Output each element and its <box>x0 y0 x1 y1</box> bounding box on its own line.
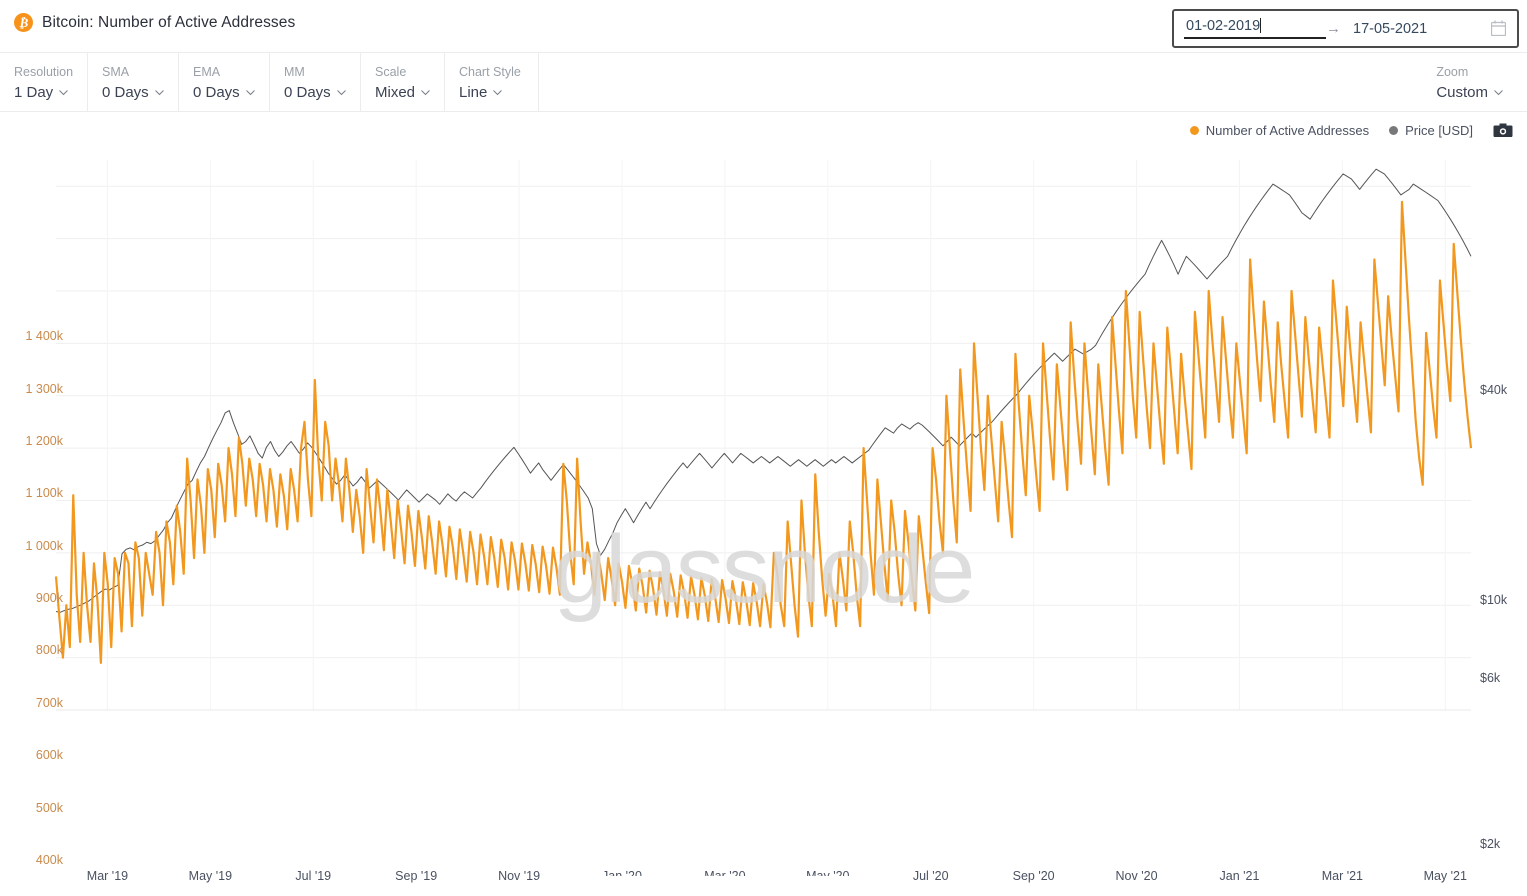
x-axis-tick: Jan '21 <box>1219 869 1260 883</box>
control-value[interactable]: 0 Days <box>102 82 178 104</box>
x-axis-tick: Nov '19 <box>498 869 541 883</box>
control-mm[interactable]: MM 0 Days <box>270 53 361 111</box>
control-value[interactable]: 0 Days <box>284 82 360 104</box>
control-value-text: Line <box>459 84 488 101</box>
legend-label: Price [USD] <box>1405 122 1473 138</box>
chevron-down-icon <box>1494 90 1503 96</box>
date-range-picker[interactable]: 01-02-2019 → 17-05-2021 <box>1172 9 1519 48</box>
x-axis-tick: Jul '19 <box>295 869 332 883</box>
control-scale[interactable]: Scale Mixed <box>361 53 445 111</box>
y-axis-right-tick: $2k <box>1480 837 1501 852</box>
control-label: Chart Style <box>459 65 521 79</box>
y-axis-right-tick: $40k <box>1480 383 1508 398</box>
legend-item-price[interactable]: Price [USD] <box>1389 123 1473 138</box>
text-cursor <box>1260 18 1262 33</box>
control-value-text: 0 Days <box>284 84 331 101</box>
control-label: EMA <box>193 65 221 79</box>
control-value[interactable]: Custom <box>1436 82 1503 104</box>
chart-area: glassnode 400k 500k 600k 700k 800k 900k 1 000k… <box>0 150 1527 896</box>
page-title: Bitcoin: Number of Active Addresses <box>42 13 296 31</box>
end-date-input[interactable]: 17-05-2021 <box>1353 21 1427 37</box>
x-axis-tick: Mar '19 <box>86 869 129 883</box>
control-value-text: 1 Day <box>14 84 54 101</box>
control-value[interactable]: 0 Days <box>193 82 269 104</box>
y-axis-left-tick: 900k <box>35 591 63 606</box>
chart-legend: Number of Active Addresses Price [USD] <box>1189 122 1513 138</box>
control-value[interactable]: Mixed <box>375 82 444 104</box>
control-label: MM <box>284 65 305 79</box>
control-label: Scale <box>375 65 407 79</box>
x-axis-tick: Jul '20 <box>912 869 949 883</box>
chart-toolbar: Resolution 1 Day SMA 0 Days EMA 0 Days M… <box>0 52 1527 112</box>
control-label: Zoom <box>1436 65 1469 79</box>
y-axis-left-tick: 400k <box>35 853 63 867</box>
x-axis-tick: Sep '19 <box>395 869 438 883</box>
page-header: ₿ Bitcoin: Number of Active Addresses 01… <box>0 0 1527 52</box>
camera-icon[interactable] <box>1493 122 1513 138</box>
control-sma[interactable]: SMA 0 Days <box>88 53 179 111</box>
calendar-icon[interactable] <box>1491 20 1506 36</box>
y-axis-left-tick: 1 300k <box>25 381 63 396</box>
y-axis-left-tick: 1 100k <box>25 486 63 501</box>
x-axis-tick: Nov '20 <box>1115 869 1158 883</box>
control-zoom[interactable]: Zoom Custom <box>1422 53 1517 111</box>
y-axis-left-tick: 1 000k <box>25 538 63 553</box>
control-resolution[interactable]: Resolution 1 Day <box>0 53 88 111</box>
x-axis-tick: May '19 <box>188 869 233 883</box>
x-axis-tick: Mar '21 <box>1321 869 1364 883</box>
control-value-text: Mixed <box>375 84 416 101</box>
control-value-text: 0 Days <box>193 84 240 101</box>
y-axis-left-tick: 1 400k <box>25 329 63 344</box>
control-value[interactable]: Line <box>459 82 538 104</box>
x-axis-tick: Sep '20 <box>1012 869 1055 883</box>
chevron-down-icon <box>421 90 430 96</box>
y-axis-right-tick: $10k <box>1480 593 1508 608</box>
chevron-down-icon <box>493 90 503 96</box>
legend-dot-orange <box>1189 125 1199 135</box>
legend-label: Number of Active Addresses <box>1205 122 1370 138</box>
chart-plot[interactable] <box>0 150 1527 746</box>
control-value-text: Custom <box>1436 84 1488 101</box>
control-chart-style[interactable]: Chart Style Line <box>445 53 539 111</box>
y-axis-left-tick: 700k <box>35 695 63 710</box>
glassnode-chart-page: ₿ Bitcoin: Number of Active Addresses 01… <box>0 0 1527 896</box>
control-ema[interactable]: EMA 0 Days <box>179 53 270 111</box>
chevron-down-icon <box>154 90 164 96</box>
control-label: Resolution <box>14 65 74 79</box>
tooltip-overlay-band <box>592 876 898 896</box>
date-range-arrow-icon: → <box>1326 20 1341 37</box>
legend-dot-gray <box>1389 125 1399 135</box>
control-value[interactable]: 1 Day <box>14 82 87 104</box>
title-block: ₿ Bitcoin: Number of Active Addresses <box>14 13 295 32</box>
x-axis-tick: May '21 <box>1423 869 1467 883</box>
bitcoin-icon: ₿ <box>14 13 33 32</box>
chevron-down-icon <box>336 90 346 96</box>
chevron-down-icon <box>245 90 255 96</box>
y-axis-left-tick: 600k <box>35 748 63 763</box>
y-axis-left-tick: 1 200k <box>25 433 63 448</box>
y-axis-left-tick: 800k <box>35 643 63 658</box>
control-label: SMA <box>102 65 130 79</box>
y-axis-right-tick: $6k <box>1480 670 1501 685</box>
series-active-addresses-line <box>54 200 1473 664</box>
y-axis-left-tick: 500k <box>35 800 63 815</box>
legend-item-active-addresses[interactable]: Number of Active Addresses <box>1189 122 1370 138</box>
chevron-down-icon <box>59 90 69 96</box>
start-date-input[interactable]: 01-02-2019 <box>1184 18 1326 39</box>
control-value-text: 0 Days <box>102 84 149 101</box>
